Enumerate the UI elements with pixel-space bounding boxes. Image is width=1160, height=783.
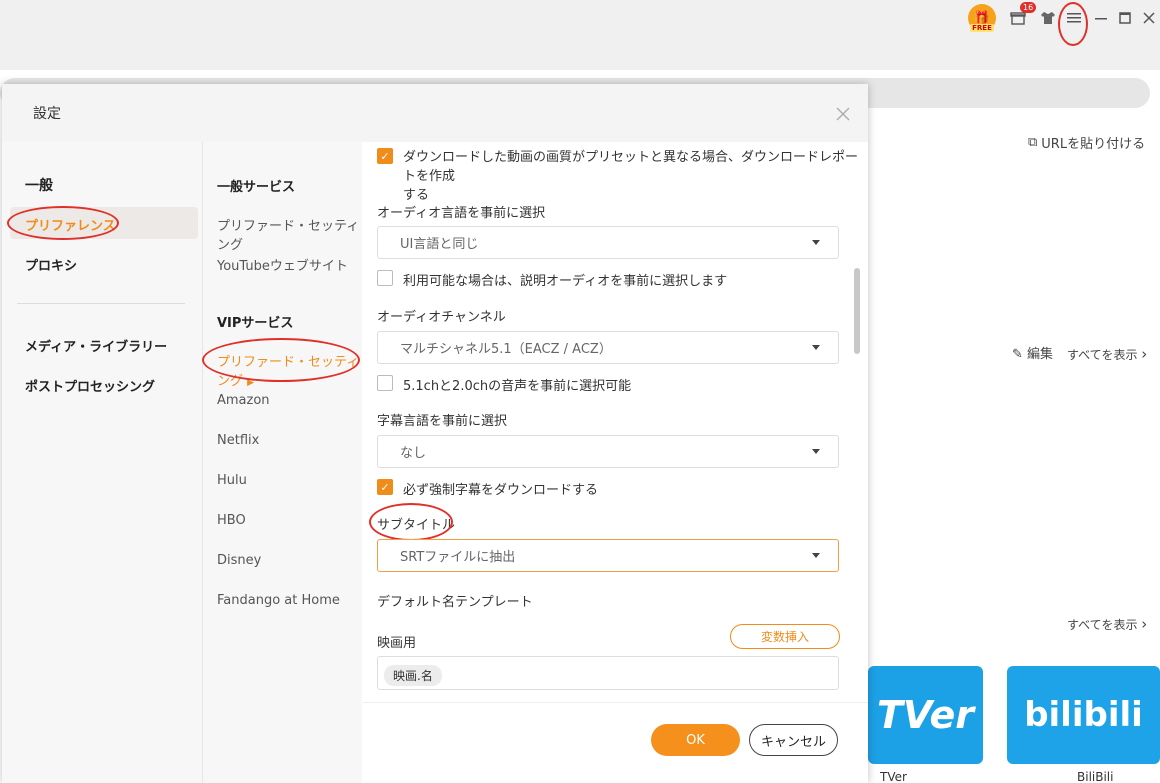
tver-logo: TVer bbox=[876, 693, 975, 737]
template-variable-chip[interactable]: 映画.名 bbox=[384, 665, 442, 686]
content-scrollbar[interactable] bbox=[854, 268, 860, 354]
audio-channel-select[interactable]: マルチシャネル5.1（EACZ / ACZ） bbox=[377, 331, 839, 364]
nav-item-proxy[interactable]: プロキシ bbox=[25, 255, 77, 274]
nav-item-media-library[interactable]: メディア・ライブラリー bbox=[25, 336, 167, 355]
nav-item-youtube-website[interactable]: YouTubeウェブサイト bbox=[217, 255, 348, 274]
edit-label: 編集 bbox=[1027, 347, 1054, 362]
subtitle-format-value: SRTファイルに抽出 bbox=[400, 550, 516, 565]
dropdown-arrow-icon bbox=[812, 553, 820, 558]
audio-channel-label: オーディオチャンネル bbox=[377, 310, 506, 325]
menu-highlight-circle bbox=[1058, 2, 1088, 46]
channel-checkbox-row[interactable]: 5.1chと2.0chの音声を事前に選択可能 bbox=[377, 375, 631, 394]
audio-language-select[interactable]: UI言語と同じ bbox=[377, 226, 839, 259]
default-name-template-label: デフォルト名テンプレート bbox=[377, 595, 533, 610]
cancel-button[interactable]: キャンセル bbox=[749, 724, 838, 756]
gift-icon[interactable]: 16 bbox=[1008, 2, 1037, 30]
dialog-footer: OK キャンセル bbox=[363, 702, 868, 783]
window-close-icon[interactable] bbox=[1142, 6, 1156, 30]
dropdown-arrow-icon bbox=[812, 345, 820, 350]
nav-group-general[interactable]: 一般 bbox=[25, 175, 53, 195]
channel-checkbox-label: 5.1chと2.0chの音声を事前に選択可能 bbox=[403, 379, 632, 394]
free-badge-label: FREE bbox=[970, 24, 994, 32]
dialog-header: 設定 bbox=[2, 84, 868, 142]
maximize-icon[interactable] bbox=[1118, 6, 1132, 30]
nav-divider bbox=[17, 303, 185, 304]
report-label-line1: ダウンロードした動画の画質がプリセットと異なる場合、ダウンロードレポートを作成 bbox=[403, 150, 859, 184]
nav-item-fandango[interactable]: Fandango at Home bbox=[217, 593, 340, 608]
nav-item-disney[interactable]: Disney bbox=[217, 553, 261, 568]
show-all-label: すべてを表示 bbox=[1067, 618, 1138, 632]
paste-url-button[interactable]: ⧉ URLを貼り付ける bbox=[1028, 133, 1145, 152]
forced-subtitles-label: 必ず強制字幕をダウンロードする bbox=[403, 483, 599, 498]
nav-item-amazon[interactable]: Amazon bbox=[217, 393, 270, 408]
show-all-label: すべてを表示 bbox=[1067, 348, 1138, 362]
paste-url-label: URLを貼り付ける bbox=[1041, 137, 1146, 152]
bilibili-caption: BiliBili bbox=[1077, 770, 1114, 783]
ok-button[interactable]: OK bbox=[651, 724, 740, 756]
nav-item-hbo[interactable]: HBO bbox=[217, 513, 246, 528]
movie-template-input[interactable]: 映画.名 bbox=[377, 656, 839, 690]
forced-subtitles-checkbox-row[interactable]: ✓ 必ず強制字幕をダウンロードする bbox=[377, 479, 598, 498]
nav-item-preferred-settings-general[interactable]: プリファード・セッティング bbox=[217, 215, 362, 253]
app-titlebar: 🎁 FREE 16 bbox=[0, 0, 1160, 70]
tver-tile[interactable]: TVer bbox=[868, 666, 983, 764]
subtitle-language-value: なし bbox=[400, 446, 427, 461]
audio-channel-value: マルチシャネル5.1（EACZ / ACZ） bbox=[400, 342, 612, 357]
audio-description-checkbox-row[interactable]: 利用可能な場合は、説明オーディオを事前に選択します bbox=[377, 270, 727, 289]
primary-nav: 一般 プリファレンス プロキシ メディア・ライブラリー ポストプロセッシング bbox=[2, 142, 202, 783]
show-all-link-1[interactable]: すべてを表示 › bbox=[1067, 345, 1147, 363]
audio-language-label: オーディオ言語を事前に選択 bbox=[377, 206, 546, 221]
checkbox-unchecked-icon[interactable] bbox=[377, 270, 393, 286]
dropdown-arrow-icon bbox=[812, 240, 820, 245]
settings-content-panel: ✓ ダウンロードした動画の画質がプリセットと異なる場合、ダウンロードレポートを作… bbox=[363, 142, 868, 702]
preferences-highlight-circle bbox=[7, 206, 119, 240]
audio-description-label: 利用可能な場合は、説明オーディオを事前に選択します bbox=[403, 274, 728, 289]
settings-dialog: 設定 一般 プリファレンス プロキシ メディア・ライブラリー ポストプロセッシン… bbox=[2, 84, 868, 783]
subtitle-language-label: 字幕言語を事前に選択 bbox=[377, 414, 508, 429]
nav-heading-general-services: 一般サービス bbox=[217, 180, 296, 195]
nav-item-netflix[interactable]: Netflix bbox=[217, 433, 259, 448]
chevron-right-icon: › bbox=[1141, 345, 1148, 363]
tver-caption: TVer bbox=[880, 770, 907, 783]
subtitle-language-select[interactable]: なし bbox=[377, 435, 839, 468]
notification-count-badge: 16 bbox=[1020, 2, 1037, 13]
bilibili-tile[interactable]: bilibili bbox=[1007, 666, 1160, 764]
minimize-icon[interactable] bbox=[1094, 6, 1108, 30]
free-gift-icon[interactable]: 🎁 FREE bbox=[968, 4, 996, 32]
secondary-nav: 一般サービス プリファード・セッティング YouTubeウェブサイト VIPサー… bbox=[202, 142, 362, 783]
checkbox-unchecked-icon[interactable] bbox=[377, 375, 393, 391]
bilibili-logo: bilibili bbox=[1024, 695, 1143, 735]
edit-button[interactable]: ✎ 編集 bbox=[1012, 343, 1053, 362]
dialog-title: 設定 bbox=[33, 106, 61, 122]
checkbox-checked-icon[interactable]: ✓ bbox=[377, 479, 393, 495]
dropdown-arrow-icon bbox=[812, 449, 820, 454]
insert-variable-button[interactable]: 変数挿入 bbox=[730, 624, 840, 649]
nav-item-hulu[interactable]: Hulu bbox=[217, 473, 247, 488]
movie-template-label: 映画用 bbox=[377, 636, 417, 651]
audio-language-value: UI言語と同じ bbox=[400, 237, 479, 252]
nav-heading-vip-services: VIPサービス bbox=[217, 316, 294, 331]
copy-icon: ⧉ bbox=[1028, 135, 1038, 150]
subtitle-highlight-circle bbox=[369, 503, 453, 541]
dialog-close-icon[interactable] bbox=[836, 102, 850, 126]
chevron-right-icon: › bbox=[1141, 615, 1148, 633]
nav-item-post-processing[interactable]: ポストプロセッシング bbox=[25, 376, 155, 395]
show-all-link-2[interactable]: すべてを表示 › bbox=[1067, 615, 1147, 633]
report-checkbox-row[interactable]: ✓ ダウンロードした動画の画質がプリセットと異なる場合、ダウンロードレポートを作… bbox=[377, 148, 868, 205]
vip-preferred-highlight-circle bbox=[202, 338, 360, 382]
pencil-icon: ✎ bbox=[1012, 347, 1023, 362]
report-checkbox-label: ダウンロードした動画の画質がプリセットと異なる場合、ダウンロードレポートを作成 … bbox=[403, 148, 868, 205]
report-label-line2: する bbox=[403, 188, 430, 203]
checkbox-checked-icon[interactable]: ✓ bbox=[377, 148, 393, 164]
subtitle-format-select[interactable]: SRTファイルに抽出 bbox=[377, 539, 839, 572]
shirt-icon[interactable] bbox=[1038, 6, 1058, 30]
